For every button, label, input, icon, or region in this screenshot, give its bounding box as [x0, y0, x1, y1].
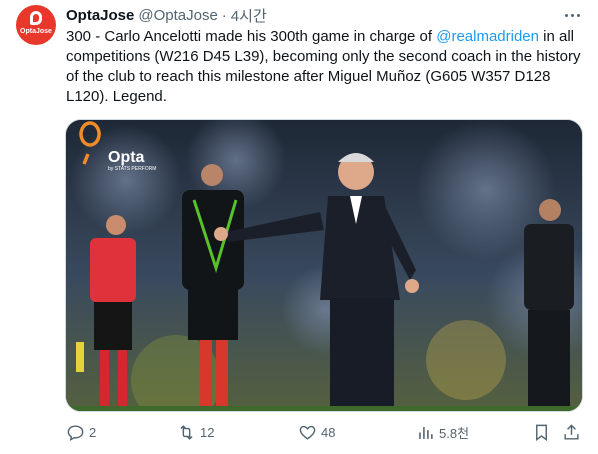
tweet-header: OptaJose @OptaJose · 4시간 [66, 5, 267, 25]
tweet-card[interactable]: OptaJose OptaJose @OptaJose · 4시간 300 - … [0, 0, 598, 454]
heart-icon [299, 425, 316, 440]
reply-button[interactable]: 2 [66, 420, 96, 444]
opta-logo-icon [30, 11, 42, 25]
separator-dot: · [221, 6, 227, 24]
avatar[interactable]: OptaJose [16, 5, 56, 45]
repost-icon [180, 424, 193, 440]
mention-link[interactable]: @realmadriden [436, 28, 539, 45]
repost-button[interactable]: 12 [177, 420, 214, 444]
tweet-timestamp[interactable]: 4시간 [231, 5, 267, 26]
author-handle[interactable]: @OptaJose [138, 7, 217, 24]
watermark-sub: by STATS PERFORM [108, 166, 156, 172]
views-icon [419, 426, 433, 439]
share-icon [564, 423, 579, 440]
author-display-name[interactable]: OptaJose [66, 7, 134, 24]
like-button[interactable]: 48 [298, 420, 335, 444]
tweet-text: 300 - Carlo Ancelotti made his 300th gam… [66, 27, 586, 107]
bookmark-icon [536, 424, 547, 441]
bookmark-button[interactable] [532, 420, 551, 444]
reply-icon [67, 424, 84, 441]
avatar-label: OptaJose [20, 28, 52, 35]
views-count: 5.8천 [439, 425, 470, 441]
like-count: 48 [321, 424, 336, 440]
views-button[interactable]: 5.8천 [416, 420, 469, 444]
share-button[interactable] [562, 420, 581, 444]
staff-figure [524, 199, 574, 410]
more-options-icon[interactable] [562, 6, 582, 24]
tweet-text-part: 300 - Carlo Ancelotti made his 300th gam… [66, 28, 437, 45]
tweet-photo[interactable]: Opta by STATS PERFORM [65, 119, 583, 412]
action-bar: 2 12 48 5.8천 [66, 420, 582, 444]
reply-count: 2 [89, 424, 97, 440]
watermark-brand: Opta [108, 149, 145, 166]
repost-count: 12 [200, 424, 215, 440]
